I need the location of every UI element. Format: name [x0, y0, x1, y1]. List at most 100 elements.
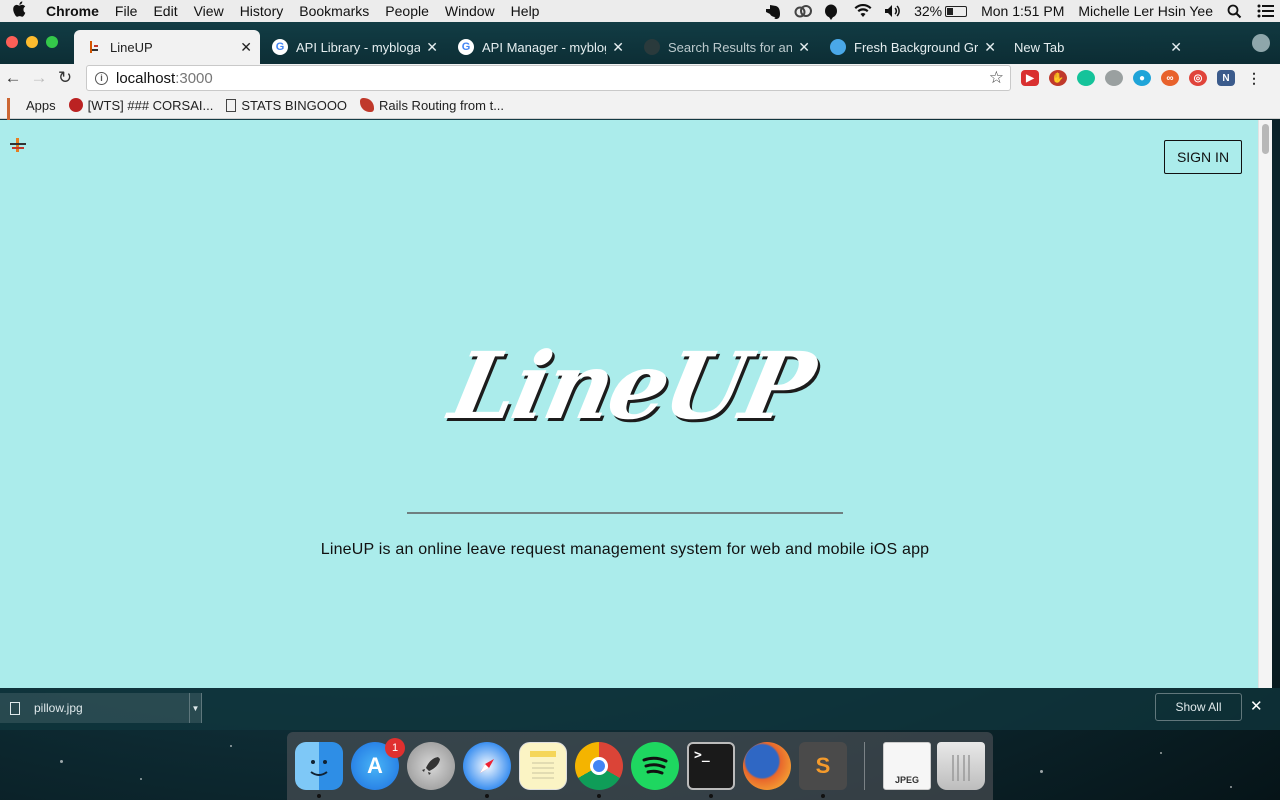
- file-icon: [10, 701, 20, 715]
- adblock-icon[interactable]: ✋: [1049, 70, 1067, 86]
- close-window-button[interactable]: [6, 36, 18, 48]
- download-file-name: pillow.jpg: [34, 701, 83, 715]
- volume-icon[interactable]: [884, 4, 900, 18]
- chrome-icon[interactable]: [575, 742, 623, 790]
- globe-favicon-icon: [830, 39, 846, 55]
- jpeg-file-icon[interactable]: JPEG: [883, 742, 931, 790]
- tab-fresh-background[interactable]: Fresh Background Grad ✕: [818, 30, 1004, 64]
- notion-extension-icon[interactable]: N: [1217, 70, 1235, 86]
- macos-menu-bar: Chrome File Edit View History Bookmarks …: [0, 0, 1280, 22]
- chat-extension-icon[interactable]: ●: [1133, 70, 1151, 86]
- tab-title: Search Results for anim: [668, 39, 792, 55]
- apple-menu-icon[interactable]: [0, 1, 38, 21]
- app-store-badge: 1: [385, 738, 405, 758]
- menu-history[interactable]: History: [232, 3, 292, 19]
- bookmark-rails-routing[interactable]: Rails Routing from t...: [360, 98, 504, 113]
- menu-file[interactable]: File: [107, 3, 146, 19]
- page-tagline: LineUP is an online leave request manage…: [320, 541, 930, 558]
- hero-divider: [407, 512, 843, 514]
- lineup-favicon-icon: [86, 39, 102, 55]
- tab-title: API Library - myblogapp: [296, 39, 420, 55]
- close-tab-icon[interactable]: ✕: [426, 39, 438, 56]
- rails-favicon-icon: [360, 98, 375, 112]
- download-options-chevron-icon[interactable]: ▼: [189, 693, 201, 723]
- firefox-icon[interactable]: [743, 742, 791, 790]
- tab-title: API Manager - myblogapp: [482, 39, 606, 55]
- safari-compass-icon[interactable]: [463, 742, 511, 790]
- notification-center-icon[interactable]: [1257, 4, 1274, 18]
- bookmark-apps[interactable]: Apps: [7, 98, 56, 125]
- back-arrow-icon[interactable]: ←: [0, 68, 26, 88]
- battery-icon: [945, 5, 968, 17]
- download-item[interactable]: pillow.jpg ▼: [0, 693, 202, 723]
- tab-api-library[interactable]: G API Library - myblogapp ✕: [260, 30, 446, 64]
- tab-title: Fresh Background Grad: [854, 39, 978, 55]
- page-scrollbar[interactable]: [1258, 120, 1272, 688]
- site-info-icon[interactable]: i: [95, 71, 108, 85]
- pin-icon[interactable]: [824, 4, 840, 20]
- bookmarks-bar: Apps [WTS] ### CORSAI... STATS BINGOOO R…: [0, 92, 1280, 125]
- bookmark-star-icon[interactable]: ☆: [989, 68, 1004, 88]
- sublime-text-icon[interactable]: S: [799, 742, 847, 790]
- url-port: :3000: [175, 69, 213, 87]
- notes-icon[interactable]: [519, 742, 567, 790]
- creative-cloud-icon[interactable]: [794, 4, 813, 18]
- close-tab-icon[interactable]: ✕: [1170, 39, 1182, 56]
- chrome-menu-icon[interactable]: ⋮: [1245, 70, 1263, 86]
- bookmark-corsair[interactable]: [WTS] ### CORSAI...: [68, 98, 213, 113]
- scrollbar-thumb[interactable]: [1262, 124, 1269, 154]
- profile-avatar-icon[interactable]: [1252, 34, 1270, 52]
- url-host: localhost: [116, 69, 176, 87]
- wifi-icon[interactable]: [854, 3, 872, 18]
- finder-icon[interactable]: [295, 742, 343, 790]
- menu-view[interactable]: View: [186, 3, 232, 19]
- battery-indicator[interactable]: 32%: [914, 3, 968, 19]
- address-bar[interactable]: i localhost:3000 ☆: [86, 65, 1011, 91]
- page-viewport: SIGN IN LineUP LineUP is an online leave…: [0, 120, 1258, 688]
- menu-edit[interactable]: Edit: [145, 3, 185, 19]
- maximize-window-button[interactable]: [46, 36, 58, 48]
- launchpad-rocket-icon[interactable]: [407, 742, 455, 790]
- window-controls: [6, 36, 58, 48]
- apps-grid-icon: [7, 98, 21, 125]
- tab-api-manager[interactable]: G API Manager - myblogapp ✕: [446, 30, 632, 64]
- menu-bookmarks[interactable]: Bookmarks: [291, 3, 377, 19]
- forward-arrow-icon[interactable]: →: [26, 68, 52, 88]
- menu-people[interactable]: People: [377, 3, 437, 19]
- tab-new-tab[interactable]: New Tab ✕: [1004, 30, 1190, 64]
- grammarly-icon[interactable]: [1077, 70, 1095, 86]
- reload-icon[interactable]: ↻: [52, 68, 78, 88]
- evernote-icon[interactable]: [764, 4, 781, 19]
- menu-window[interactable]: Window: [437, 3, 503, 19]
- site-logo-icon[interactable]: [10, 138, 26, 152]
- show-all-downloads-button[interactable]: Show All: [1155, 693, 1242, 721]
- app-store-icon[interactable]: A 1: [351, 738, 405, 790]
- extension-red-play-icon[interactable]: ▶: [1021, 70, 1039, 86]
- menu-clock[interactable]: Mon 1:51 PM: [981, 3, 1064, 19]
- target-extension-icon[interactable]: ◎: [1189, 70, 1207, 86]
- close-tab-icon[interactable]: ✕: [612, 39, 624, 56]
- close-tab-icon[interactable]: ✕: [798, 39, 810, 56]
- extension-gray-icon[interactable]: [1105, 70, 1123, 86]
- close-tab-icon[interactable]: ✕: [240, 39, 252, 56]
- sign-in-button[interactable]: SIGN IN: [1164, 140, 1242, 174]
- google-favicon-icon: G: [458, 39, 474, 55]
- tab-lineup[interactable]: LineUP ✕: [74, 30, 260, 64]
- close-tab-icon[interactable]: ✕: [984, 39, 996, 56]
- trash-icon[interactable]: [937, 742, 985, 790]
- menu-help[interactable]: Help: [503, 3, 548, 19]
- tab-title: LineUP: [110, 39, 153, 55]
- spotlight-search-icon[interactable]: [1227, 4, 1243, 19]
- minimize-window-button[interactable]: [26, 36, 38, 48]
- menu-user-name[interactable]: Michelle Ler Hsin Yee: [1078, 3, 1213, 19]
- bookmark-label: Rails Routing from t...: [379, 97, 505, 113]
- bookmark-stats-bingooo[interactable]: STATS BINGOOO: [226, 98, 347, 113]
- tab-search-results[interactable]: Search Results for anim ✕: [632, 30, 818, 64]
- terminal-icon[interactable]: >_: [687, 742, 735, 790]
- site-favicon-icon: [644, 39, 660, 55]
- extension-orange-icon[interactable]: ∞: [1161, 70, 1179, 86]
- menu-app-name[interactable]: Chrome: [38, 3, 107, 19]
- spotify-icon[interactable]: [631, 742, 679, 790]
- download-shelf: pillow.jpg ▼ Show All ✕: [0, 688, 1280, 730]
- close-shelf-icon[interactable]: ✕: [1250, 697, 1263, 715]
